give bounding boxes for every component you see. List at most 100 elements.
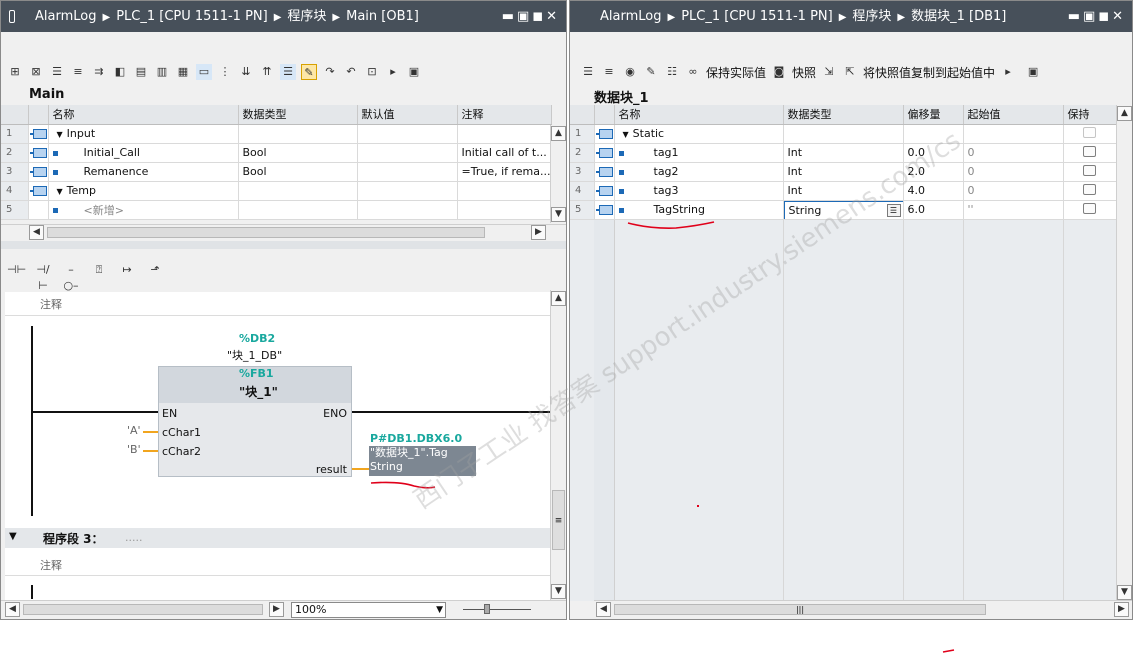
scroll-up-icon[interactable]: ▲	[551, 291, 566, 306]
table-row[interactable]: 1 ▼ Static	[570, 124, 1117, 144]
col-comment[interactable]: 注释	[457, 105, 552, 125]
tag-info-icon[interactable]: ✎	[301, 64, 317, 80]
scroll-left-icon[interactable]: ◀	[5, 602, 20, 617]
keep-actual-button[interactable]: 保持实际值	[706, 64, 766, 81]
overflow-icon[interactable]: ▸	[385, 64, 401, 80]
collapse-icon[interactable]: ⇈	[259, 64, 275, 80]
col-type[interactable]: 数据类型	[783, 105, 904, 125]
col-name[interactable]: 名称	[48, 105, 239, 125]
layout-icon[interactable]: ▣	[1025, 64, 1041, 80]
table-row[interactable]: 2 Initial_Call Bool Initial call of t...	[1, 143, 552, 163]
interface-hscroll[interactable]: ◀ ▶	[1, 224, 566, 240]
network-header[interactable]: ▼ 程序段 3： .....	[5, 528, 550, 548]
align-right-icon[interactable]: ▦	[175, 64, 191, 80]
snapshot-button[interactable]: 快照	[792, 64, 816, 81]
vscroll-thumb[interactable]: ≡	[552, 490, 565, 550]
table-row[interactable]: 3 Remanence Bool =True, if rema...	[1, 162, 552, 182]
align-center-icon[interactable]: ▥	[154, 64, 170, 80]
comment-icon[interactable]: ▭	[196, 64, 212, 80]
scroll-up-icon[interactable]: ▲	[1117, 106, 1132, 121]
interface-vscroll[interactable]: ▲ ▼	[550, 125, 566, 223]
retain-checkbox[interactable]	[1083, 202, 1096, 214]
network-title-placeholder[interactable]: .....	[125, 531, 142, 544]
out-operand[interactable]: "数据块_1".Tag String	[369, 446, 476, 476]
scroll-left-icon[interactable]: ◀	[596, 602, 611, 617]
monitor-icon[interactable]: ◧	[112, 64, 128, 80]
table-row[interactable]: 4 tag3 Int 4.0 0	[570, 181, 1117, 201]
compare-icon[interactable]: ⇉	[91, 64, 107, 80]
scroll-up-icon[interactable]: ▲	[551, 126, 566, 141]
reset-start-icon[interactable]: ◉	[622, 64, 638, 80]
retain-checkbox[interactable]	[1083, 145, 1096, 157]
status-icon[interactable]: ⊡	[364, 64, 380, 80]
scroll-right-icon[interactable]: ▶	[531, 225, 546, 240]
expand-triangle-icon[interactable]: ▼	[57, 130, 63, 139]
scroll-left-icon[interactable]: ◀	[29, 225, 44, 240]
expand-triangle-icon[interactable]: ▼	[623, 130, 629, 139]
table-row[interactable]: 2 tag1 Int 0.0 0	[570, 143, 1117, 163]
open-branch-icon[interactable]: ↦	[119, 262, 135, 278]
delete-network-icon[interactable]: ⊠	[28, 64, 44, 80]
insert-row-icon[interactable]: ☰	[49, 64, 65, 80]
col-type[interactable]: 数据类型	[238, 105, 358, 125]
table-row[interactable]: 5 <新增>	[1, 200, 552, 220]
db-vscroll[interactable]: ▲ ▼	[1116, 105, 1132, 601]
close-branch-icon[interactable]: ⬏	[147, 262, 163, 278]
goto-icon[interactable]: ↷	[322, 64, 338, 80]
insert-network-icon[interactable]: ⊞	[7, 64, 23, 80]
col-default[interactable]: 默认值	[357, 105, 458, 125]
param-b[interactable]: 'B'	[127, 443, 141, 456]
align-left-icon[interactable]: ▤	[133, 64, 149, 80]
expand-icon[interactable]: ⇊	[238, 64, 254, 80]
insert-row-icon[interactable]: ☰	[580, 64, 596, 80]
load-icon[interactable]: ✎	[643, 64, 659, 80]
window-controls[interactable]: ▬▣◼✕	[502, 1, 560, 32]
col-offset[interactable]: 偏移量	[903, 105, 964, 125]
pin-icon[interactable]	[9, 10, 15, 23]
copy-start-icon[interactable]: ⇱	[842, 64, 858, 80]
copy-snapshot-button[interactable]: 将快照值复制到起始值中	[863, 64, 995, 81]
zoom-slider[interactable]	[463, 609, 531, 610]
col-retain[interactable]: 保持	[1063, 105, 1117, 125]
window-controls[interactable]: ▬▣◼✕	[1068, 1, 1126, 32]
datatype-editor[interactable]: String ☰	[783, 200, 902, 218]
layout-icon[interactable]: ▣	[406, 64, 422, 80]
zoom-select[interactable]: 100% ▼	[291, 602, 446, 618]
splitter[interactable]	[1, 241, 566, 249]
retain-checkbox[interactable]	[1083, 164, 1096, 176]
ladder-hscroll-thumb[interactable]	[23, 604, 263, 615]
scroll-right-icon[interactable]: ▶	[1114, 602, 1129, 617]
db-hscroll[interactable]: ◀ ||| ▶	[594, 600, 1132, 619]
scroll-down-icon[interactable]: ▼	[551, 584, 566, 599]
ladder-vscroll[interactable]: ▲ ≡ ▼	[550, 290, 566, 600]
add-row-icon[interactable]: ≡	[70, 64, 86, 80]
empty-box-icon[interactable]: ⍰	[91, 262, 107, 278]
list-icon[interactable]: ⋮	[217, 64, 233, 80]
scroll-down-icon[interactable]: ▼	[551, 207, 566, 222]
network-comment[interactable]: 注释	[40, 296, 62, 312]
monitor-glasses-icon[interactable]: ∞	[685, 64, 701, 80]
copy-snapshot-icon[interactable]: ⇲	[821, 64, 837, 80]
network-comment-3[interactable]: 注释	[40, 557, 62, 573]
collapse-network-icon[interactable]: ▼	[9, 531, 17, 542]
db-hscroll-thumb[interactable]: |||	[614, 604, 986, 615]
coil-icon[interactable]: –○–	[63, 262, 79, 292]
expand-triangle-icon[interactable]: ▼	[57, 187, 63, 196]
favorite-list-icon[interactable]: ☰	[280, 64, 296, 80]
hscroll-thumb[interactable]	[47, 227, 485, 238]
overflow-icon[interactable]: ▸	[1000, 64, 1016, 80]
table-row[interactable]: 4 ▼ Temp	[1, 181, 552, 201]
scroll-down-icon[interactable]: ▼	[1117, 585, 1132, 600]
no-contact-icon[interactable]: ⊣⊢	[7, 262, 26, 278]
snapshot-camera-icon[interactable]: ◙	[771, 64, 787, 80]
db-name[interactable]: "块_1_DB"	[227, 347, 282, 363]
list-view-icon[interactable]: ☷	[664, 64, 680, 80]
type-picker-icon[interactable]: ☰	[886, 203, 901, 217]
param-a[interactable]: 'A'	[127, 424, 141, 437]
table-row[interactable]: 3 tag2 Int 2.0 0	[570, 162, 1117, 182]
scroll-right-icon[interactable]: ▶	[269, 602, 284, 617]
col-name[interactable]: 名称	[614, 105, 784, 125]
retain-checkbox[interactable]	[1083, 126, 1096, 138]
col-start-value[interactable]: 起始值	[963, 105, 1064, 125]
fb-call-box[interactable]: %FB1 "块_1" EN ENO cChar1 cChar2 result	[158, 366, 352, 477]
